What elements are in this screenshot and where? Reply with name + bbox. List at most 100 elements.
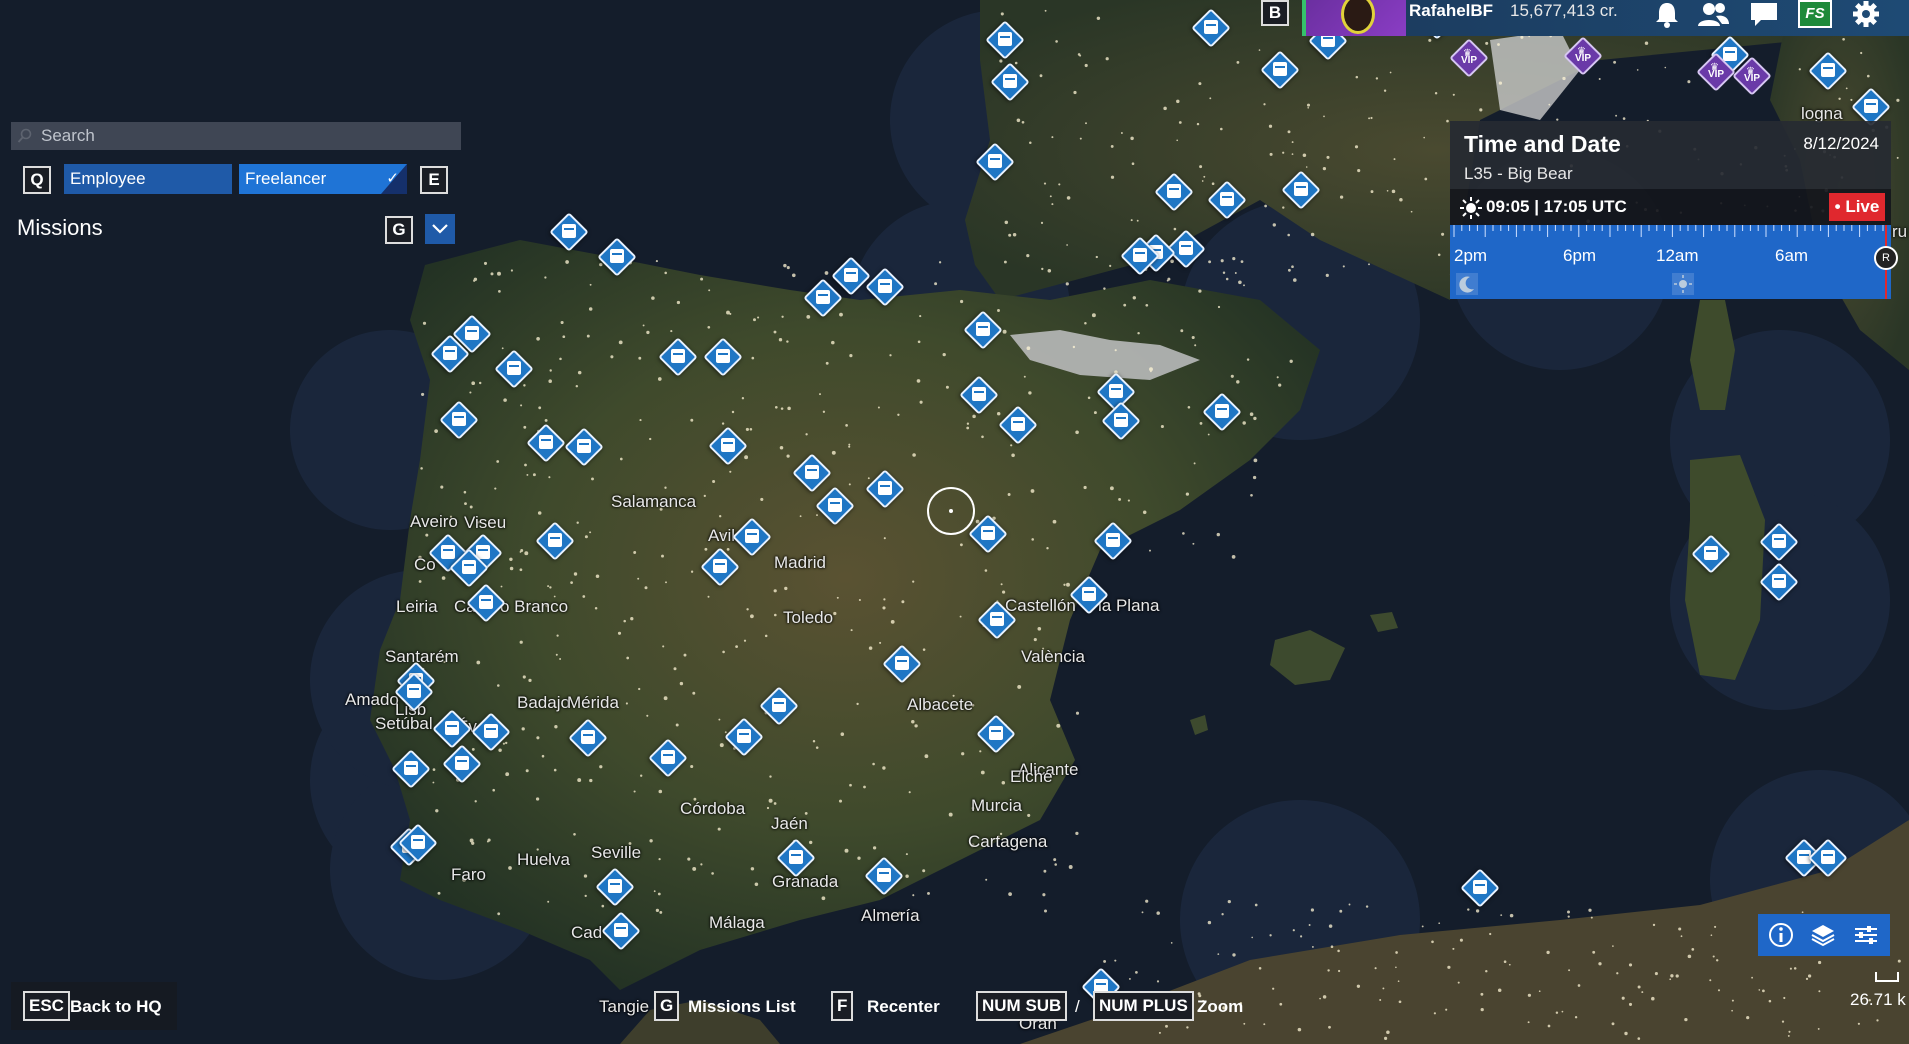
mission-pin-icon[interactable] [963,310,1003,350]
search-input[interactable] [11,122,461,150]
key-hint-f: F [831,991,854,1021]
mission-pin-icon[interactable] [977,600,1017,640]
mission-pin-icon[interactable] [564,427,604,467]
mission-pin-icon[interactable] [792,453,832,493]
zoom-in-key[interactable]: NUM PLUS [1093,991,1194,1021]
mission-pin-icon[interactable] [959,375,999,415]
timeline-label: 2pm [1454,246,1488,265]
mission-pin-icon[interactable] [1202,392,1242,432]
timeline-handle[interactable]: R [1874,246,1898,270]
back-to-hq-label: Back to HQ [70,997,162,1016]
sun-icon [1460,197,1482,219]
missions-dropdown-button[interactable] [425,214,455,244]
mission-pin-icon[interactable] [439,400,479,440]
mission-pin-icon[interactable] [998,405,1038,445]
mission-pin-icon[interactable] [803,278,843,318]
mission-pin-icon[interactable] [1154,172,1194,212]
mission-pin-icon[interactable] [648,738,688,778]
mission-pin-icon[interactable] [449,548,489,588]
mission-pin-icon[interactable] [597,237,637,277]
mission-pin-icon[interactable] [1808,51,1848,91]
mission-pin-icon[interactable] [1069,575,1109,615]
layers-icon[interactable] [1808,920,1838,950]
mission-pin-icon[interactable] [724,717,764,757]
chat-icon[interactable] [1747,0,1781,30]
mission-pin-icon[interactable] [1460,868,1500,908]
mission-pin-icon[interactable] [658,337,698,377]
mission-pin-icon[interactable] [394,672,434,712]
mission-pin-icon[interactable] [968,514,1008,554]
mission-pin-icon[interactable] [398,823,438,863]
mission-pin-icon[interactable] [776,838,816,878]
mission-pin-icon[interactable] [595,867,635,907]
mission-pin-icon[interactable] [1691,534,1731,574]
mission-pin-icon[interactable] [466,583,506,623]
mission-pin-icon[interactable] [549,212,589,252]
mission-pin-icon[interactable] [391,749,431,789]
mission-pin-icon[interactable] [568,718,608,758]
info-icon[interactable] [1766,920,1796,950]
mission-pin-icon[interactable] [708,426,748,466]
mission-pin-icon[interactable] [494,349,534,389]
back-to-hq-button[interactable]: ESC Back to HQ [11,982,177,1030]
moon-icon [1456,273,1478,295]
tab-freelancer[interactable]: Freelancer ✓ [239,164,407,194]
zoom-out-key[interactable]: NUM SUB [976,991,1068,1021]
mission-pin-icon[interactable] [976,714,1016,754]
mission-pin-icon[interactable] [865,267,905,307]
recenter-button[interactable]: Recenter [867,997,940,1017]
tab-employee[interactable]: Employee [64,164,232,194]
mission-pin-icon[interactable] [700,547,740,587]
city-label: Castellón [1005,596,1076,615]
city-label: Aveiro [410,512,458,531]
mission-pin-icon[interactable] [1281,170,1321,210]
avatar[interactable] [1306,0,1406,36]
mission-pin-icon[interactable] [1759,562,1799,602]
bell-icon[interactable] [1650,0,1684,30]
missions-list-button[interactable]: Missions List [688,997,796,1017]
vip-mission-icon[interactable]: ♛ VIP [1449,38,1489,78]
mission-pin-icon[interactable] [601,911,641,951]
mission-pin-icon[interactable] [471,712,511,752]
mission-pin-icon[interactable] [975,142,1015,182]
mission-pin-icon[interactable] [1101,401,1141,441]
mission-pin-icon[interactable] [1191,8,1231,48]
vip-mission-icon[interactable]: ♛ VIP [1696,52,1736,92]
filter-icon[interactable] [1851,920,1881,950]
mission-pin-icon[interactable] [1260,50,1300,90]
city-label: Seville [591,843,642,862]
mission-pin-icon[interactable] [442,744,482,784]
mission-pin-icon[interactable] [990,62,1030,102]
mission-pin-icon[interactable] [815,486,855,526]
tab-label: Employee [70,169,146,188]
vip-mission-icon[interactable]: ♛ VIP [1563,36,1603,76]
friends-icon[interactable] [1696,0,1730,30]
mission-pin-icon[interactable] [864,856,904,896]
mission-pin-icon[interactable] [865,469,905,509]
city-label: Murcia [971,796,1023,815]
mission-pin-icon[interactable] [526,423,566,463]
fs-app-icon[interactable]: FS [1798,0,1832,28]
mission-pin-icon[interactable] [430,334,470,374]
mission-pin-icon[interactable] [759,686,799,726]
mission-pin-icon[interactable] [1808,838,1848,878]
timeline-label: 12am [1656,246,1699,265]
mission-pin-icon[interactable] [985,20,1025,60]
gear-icon[interactable] [1849,0,1883,30]
mission-pin-icon[interactable] [1093,521,1133,561]
mission-pin-icon[interactable] [432,709,472,749]
mission-pin-icon[interactable] [882,644,922,684]
live-badge[interactable]: • Live [1829,193,1885,221]
mission-pin-icon[interactable] [1759,522,1799,562]
mission-pin-icon[interactable] [732,517,772,557]
mission-pin-icon[interactable] [1851,87,1891,127]
time-slider[interactable]: 2pm 6pm 12am 6am R [1450,225,1898,299]
timeline-label: 6pm [1563,246,1597,265]
mission-pin-icon[interactable] [703,337,743,377]
mission-pin-icon[interactable] [1207,180,1247,220]
mission-pin-icon[interactable] [535,521,575,561]
mission-pin-icon[interactable] [1120,236,1160,276]
time-panel-header: Time and Date 8/12/2024 L35 - Big Bear [1450,121,1891,189]
username: RafahelBF [1409,1,1494,20]
vip-mission-icon[interactable]: ♛ VIP [1732,56,1772,96]
